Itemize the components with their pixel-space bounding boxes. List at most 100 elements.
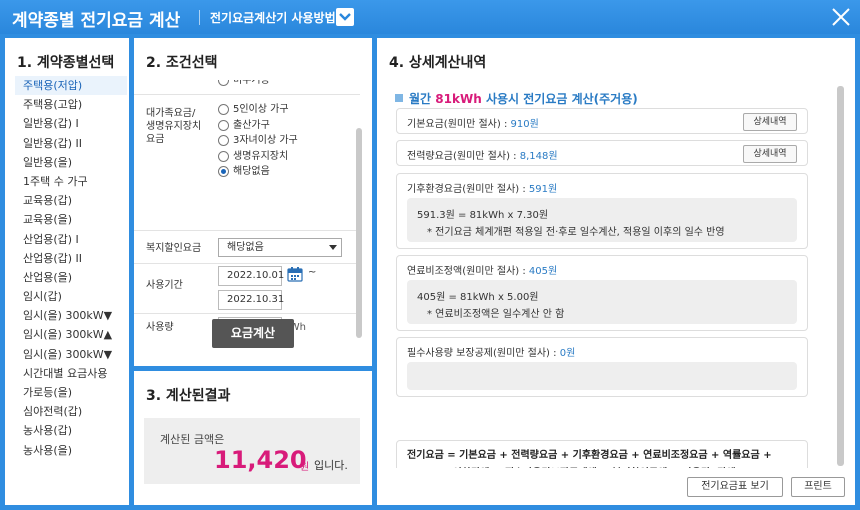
close-icon <box>832 8 850 26</box>
detail-card-label: 기본요금(원미만 절사) : <box>407 119 508 130</box>
contract-type-item[interactable]: 1주택 수 가구 <box>15 172 127 191</box>
radio-icon <box>218 104 229 115</box>
contract-type-panel: 1. 계약종별선택 주택용(저압) 주택용(고압) 일반용(갑) I 일반용(갑) I… <box>5 38 129 505</box>
chevron-down-icon <box>329 245 337 250</box>
subtitle-prefix: 월간 <box>409 92 432 106</box>
detail-card: 기후환경요금(원미만 절사) : 591원 591.3원 = 81kWh x 7.… <box>396 173 808 249</box>
detail-card-title: 기본요금(원미만 절사) : 910원 <box>407 115 539 130</box>
condition-panel: 2. 조건선택 미수거용 대가족요금/ 생명유지장치 요금 5인이상 가구출산가… <box>134 38 372 366</box>
result-amount: 11,420 <box>214 446 307 474</box>
radio-discount-option[interactable]: 출산가구 <box>218 118 270 133</box>
contract-type-item[interactable]: 교육용(갑) <box>15 191 127 210</box>
panel2-title: 2. 조건선택 <box>146 55 218 71</box>
detail-button[interactable]: 상세내역 <box>743 145 797 163</box>
welfare-select[interactable]: 해당없음 <box>218 238 342 257</box>
contract-type-item[interactable]: 임시(갑) <box>15 287 127 306</box>
contract-type-item[interactable]: 농사용(을) <box>15 441 127 460</box>
usage-label: 사용량 <box>146 322 174 333</box>
detail-card-title: 필수사용량 보장공제(원미만 절사) : 0원 <box>407 344 575 359</box>
contract-type-item[interactable]: 임시(을) 300kW▼ <box>15 345 127 364</box>
detail-subtitle: 월간 81kWh 사용시 전기요금 계산(주거용) <box>395 90 638 107</box>
howto-dropdown-button[interactable] <box>336 8 354 26</box>
panel1-title: 1. 계약종별선택 <box>17 55 115 71</box>
detail-card-label: 기후환경요금(원미만 절사) : <box>407 184 526 195</box>
detail-card-value: 591원 <box>528 184 558 195</box>
howto-link[interactable]: 전기요금계산기 사용방법 <box>210 9 336 26</box>
detail-card-title: 전력량요금(원미만 절사) : 8,148원 <box>407 147 558 162</box>
print-button[interactable]: 프린트 <box>791 477 845 497</box>
contract-type-item[interactable]: 산업용(갑) II <box>15 249 127 268</box>
radio-partial-option[interactable]: 미수거용 <box>218 80 270 88</box>
divider <box>134 230 360 231</box>
contract-type-item[interactable]: 산업용(갑) I <box>15 230 127 249</box>
detail-card-title: 연료비조정액(원미만 절사) : 405원 <box>407 262 557 277</box>
contract-type-item[interactable]: 일반용(갑) I <box>15 114 127 133</box>
calendar-button[interactable] <box>287 266 303 282</box>
radio-icon <box>218 119 229 131</box>
detail-line: 591.3원 = 81kWh x 7.30원 <box>417 210 549 221</box>
result-panel: 3. 계산된결과 계산된 금액은 11,420 원 입니다. <box>134 371 372 505</box>
period-label: 사용기간 <box>146 280 183 291</box>
detail-card-label: 필수사용량 보장공제(원미만 절사) : <box>407 348 557 359</box>
detail-card-body: 591.3원 = 81kWh x 7.30원 * 전기요금 체계개편 적용일 전·… <box>407 198 797 242</box>
detail-scroll-area: 기본요금(원미만 절사) : 910원 상세내역 전력량요금(원미만 절사) : 8… <box>377 108 855 468</box>
radio-discount-option[interactable]: 3자녀이상 가구 <box>218 133 298 148</box>
radio-label: 미수거용 <box>233 80 270 86</box>
contract-type-item[interactable]: 심야전력(갑) <box>15 402 127 421</box>
radio-discount-option[interactable]: 생명유지장치 <box>218 149 288 164</box>
close-button[interactable] <box>828 4 854 30</box>
contract-type-item[interactable]: 일반용(갑) II <box>15 134 127 153</box>
detail-line: 405원 = 81kWh x 5.00원 <box>417 292 539 303</box>
radio-discount-option[interactable]: 5인이상 가구 <box>218 102 289 117</box>
panel3-title: 3. 계산된결과 <box>146 388 231 404</box>
period-end-input[interactable]: 2022.10.31 <box>218 290 284 310</box>
subtitle-suffix: 사용시 전기요금 계산(주거용) <box>485 92 638 106</box>
contract-type-item[interactable]: 가로등(을) <box>15 383 127 402</box>
detail-card: 연료비조정액(원미만 절사) : 405원 405원 = 81kWh x 5.00… <box>396 255 808 331</box>
radio-discount-option[interactable]: 해당없음 <box>218 164 270 179</box>
radio-label: 5인이상 가구 <box>233 104 289 115</box>
divider <box>134 313 360 314</box>
detail-scrollbar[interactable] <box>837 86 844 466</box>
contract-type-item[interactable]: 주택용(고압) <box>15 95 127 114</box>
detail-button[interactable]: 상세내역 <box>743 113 797 131</box>
welfare-label: 복지할인요금 <box>146 243 202 254</box>
radio-label: 해당없음 <box>233 166 270 177</box>
calendar-icon <box>287 267 303 282</box>
contract-type-item[interactable]: 농사용(갑) <box>15 421 127 440</box>
contract-type-item[interactable]: 산업용(을) <box>15 268 127 287</box>
contract-type-item[interactable]: 주택용(저압) <box>15 76 127 96</box>
divider <box>134 94 360 95</box>
period-start-input[interactable]: 2022.10.01 <box>218 266 284 286</box>
result-box: 계산된 금액은 11,420 원 입니다. <box>144 418 360 484</box>
contract-type-item[interactable]: 교육용(을) <box>15 210 127 229</box>
tariff-table-button[interactable]: 전기요금표 보기 <box>687 477 783 497</box>
subtitle-kwh: 81kWh <box>435 92 482 106</box>
panel4-title: 4. 상세계산내역 <box>389 55 487 71</box>
condition-scrollbar[interactable] <box>356 128 362 338</box>
title-bar: 계약종별 전기요금 계산 전기요금계산기 사용방법 <box>0 0 860 34</box>
radio-icon <box>218 150 229 162</box>
detail-card: 전력량요금(원미만 절사) : 8,148원 상세내역 <box>396 140 808 166</box>
detail-card-body: 405원 = 81kWh x 5.00원 * 연료비조정액은 일수계산 안 함 <box>407 280 797 324</box>
welfare-select-value: 해당없음 <box>227 242 264 253</box>
discount-label: 대가족요금/ 생명유지장치 요금 <box>146 108 202 145</box>
detail-card: 필수사용량 보장공제(원미만 절사) : 0원 <box>396 337 808 397</box>
contract-type-item[interactable]: 임시(을) 300kW▼ <box>15 306 127 325</box>
radio-label: 생명유지장치 <box>233 150 289 162</box>
detail-line: * 전기요금 체계개편 적용일 전·후로 일수계산, 적용일 이후의 일수 반영 <box>427 227 725 238</box>
divider <box>134 263 360 264</box>
contract-type-item[interactable]: 시간대별 요금사용 <box>15 364 127 383</box>
result-currency: 원 <box>300 462 310 473</box>
formula-text: 전기요금 = 기본요금 + 전력량요금 + 기후환경요금 + 연료비조정요금 +… <box>407 450 772 461</box>
detail-card-body <box>407 362 797 390</box>
detail-card-label: 전력량요금(원미만 절사) : <box>407 151 517 162</box>
contract-type-item[interactable]: 일반용(을) <box>15 153 127 172</box>
detail-line: * 연료비조정액은 일수계산 안 함 <box>427 309 565 320</box>
calculate-button[interactable]: 요금계산 <box>212 319 294 348</box>
contract-type-item[interactable]: 임시(을) 300kW▲ <box>15 325 127 344</box>
detail-card-label: 연료비조정액(원미만 절사) : <box>407 266 526 277</box>
result-suffix: 입니다. <box>314 459 348 472</box>
contract-type-list: 주택용(저압) 주택용(고압) 일반용(갑) I 일반용(갑) II 일반용(을) 1주택… <box>15 76 127 460</box>
detail-card-value: 405원 <box>528 266 558 277</box>
